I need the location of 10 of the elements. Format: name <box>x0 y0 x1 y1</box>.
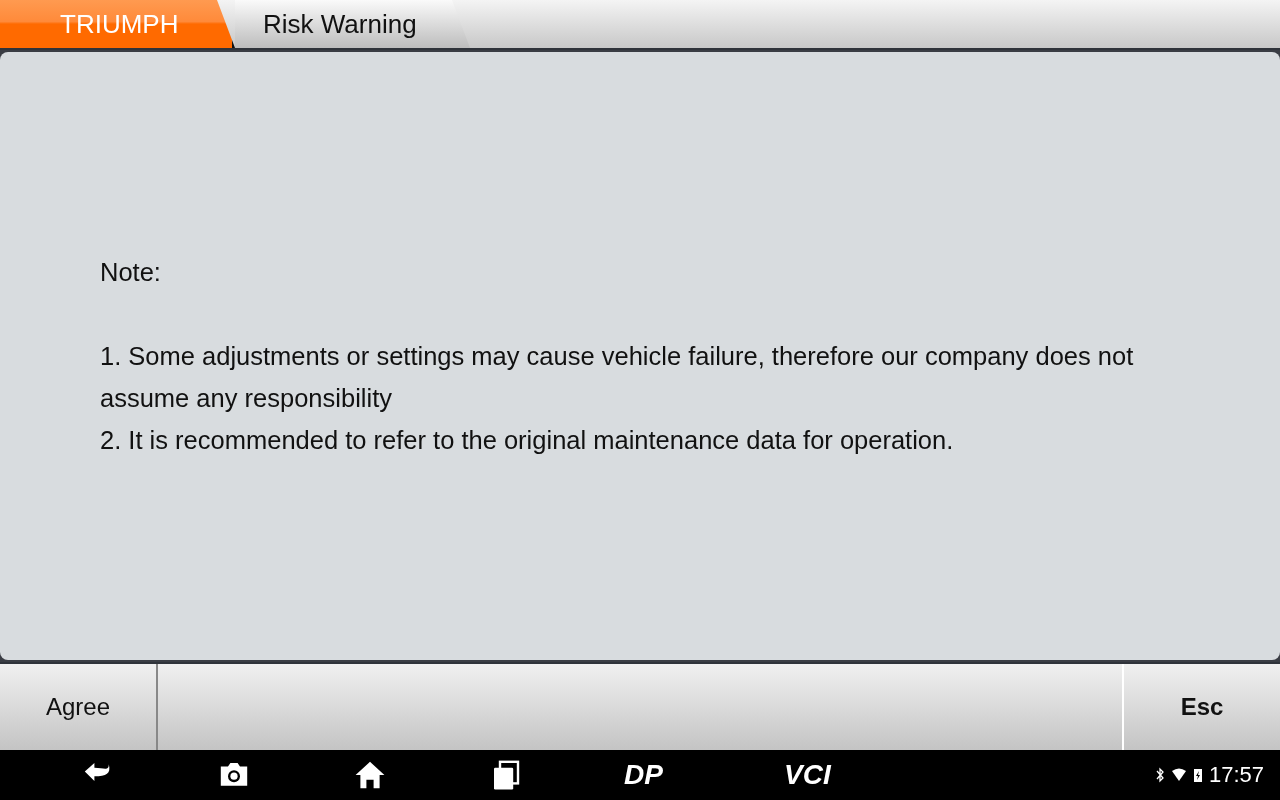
logo-text[interactable]: VCI <box>784 759 844 791</box>
logo-text[interactable]: DP <box>624 759 684 791</box>
bluetooth-icon <box>1154 767 1165 783</box>
clock-time: 17:57 <box>1208 762 1264 788</box>
battery-icon <box>1192 767 1203 783</box>
note-heading: Note: <box>100 257 162 288</box>
wifi-icon <box>1170 767 1187 783</box>
note-text: 2. It is recommended to refer to the original maintenance data for operation. <box>100 425 955 456</box>
breadcrumb-tab[interactable]: Risk Warning <box>235 0 470 48</box>
note-text: 1. Some adjustments or settings may cause vehicle failure, therefore our company does not assume any responsibility <box>100 341 1135 414</box>
